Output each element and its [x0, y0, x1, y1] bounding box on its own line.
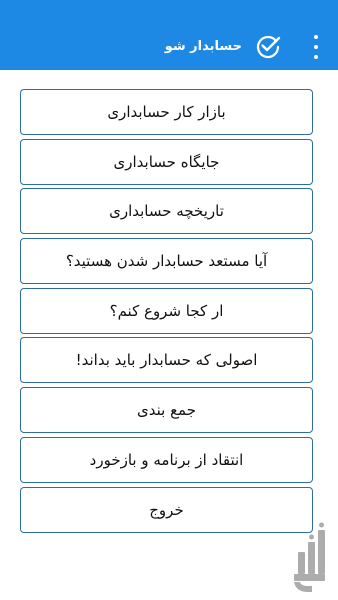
menu-item-position[interactable]: جایگاه حسابداری — [20, 138, 313, 185]
menu-item-where-to-start[interactable]: ار کجا شروع کنم؟ — [20, 287, 313, 334]
app-title: حسابدار شو — [164, 39, 242, 54]
menu-item-job-market[interactable]: بازار کار حسابداری — [20, 89, 313, 135]
menu-item-summary[interactable]: جمع بندی — [20, 387, 313, 434]
store-logo-watermark — [294, 522, 325, 592]
check-circle-icon — [256, 35, 281, 59]
menu-list: بازار کار حسابداری جایگاه حسابداری تاریخ… — [20, 89, 313, 536]
menu-item-aptitude[interactable]: آیا مستعد حسابدار شدن هستید؟ — [20, 238, 313, 285]
menu-item-feedback[interactable]: انتقاد از برنامه و بازخورد — [20, 436, 313, 483]
app-bar: حسابدار شو — [0, 0, 338, 70]
menu-item-history[interactable]: تاریخچه حسابداری — [20, 188, 313, 235]
menu-item-exit[interactable]: خروج — [20, 486, 313, 533]
menu-item-principles[interactable]: اصولی که حسابدار باید بداند! — [20, 337, 313, 384]
more-vert-icon[interactable] — [306, 30, 326, 64]
